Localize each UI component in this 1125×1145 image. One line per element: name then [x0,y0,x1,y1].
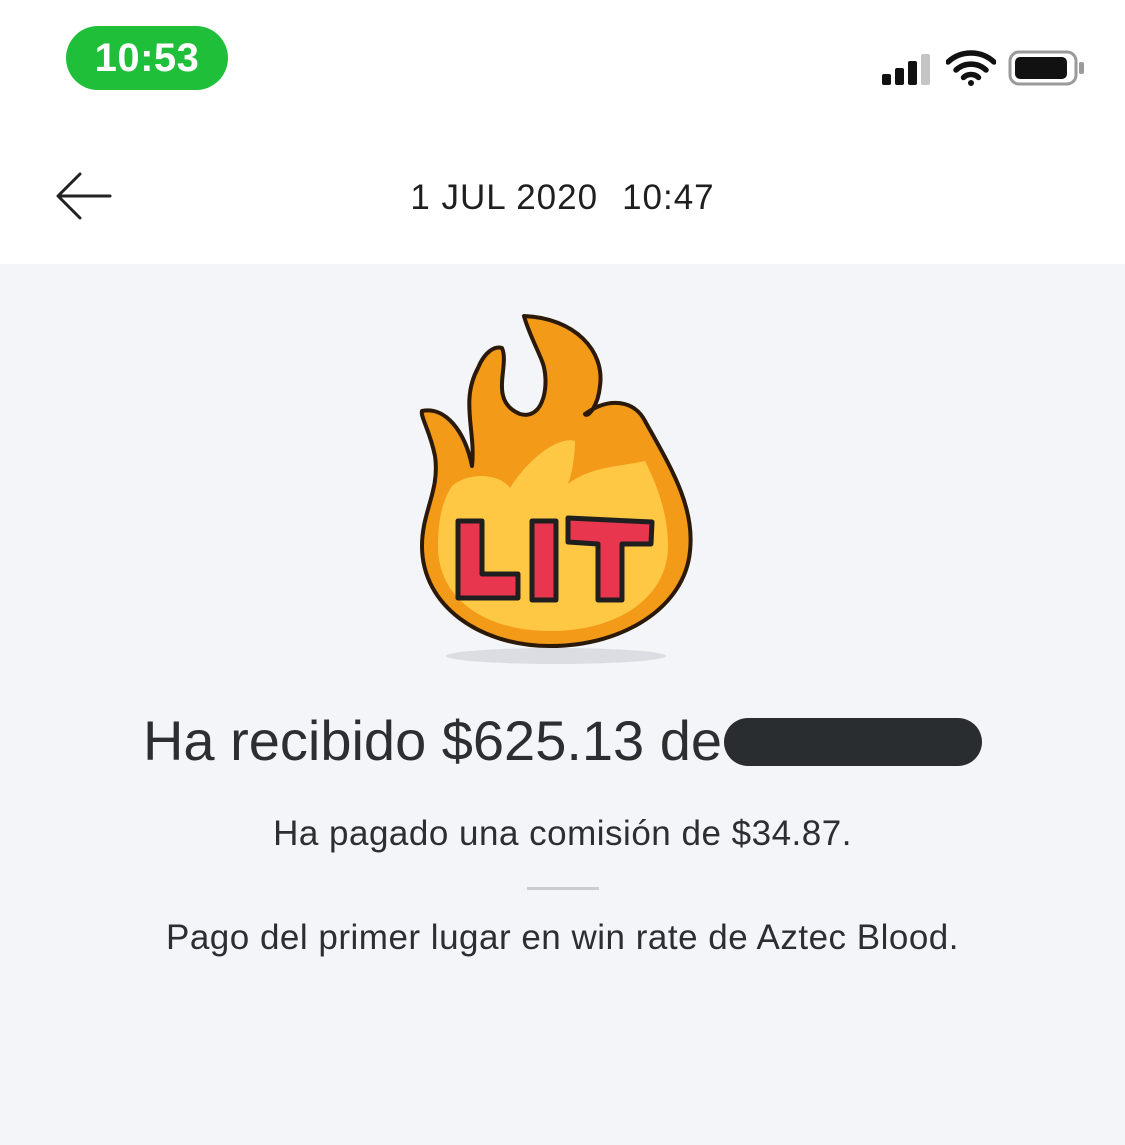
page-header: 1 JUL 2020 10:47 [0,120,1125,264]
battery-icon [1008,50,1084,86]
cellular-signal-icon [882,54,930,85]
status-time[interactable]: 10:53 [66,26,228,90]
payment-note: Pago del primer lugar en win rate de Azt… [166,918,959,957]
divider [527,887,599,890]
status-bar: 10:53 [0,0,1125,120]
received-amount-text: Ha recibido $625.13 de [142,709,723,772]
transaction-time: 10:47 [622,178,715,217]
wifi-icon [946,50,996,86]
received-amount-heading: Ha recibido $625.13 de [0,708,1125,773]
lit-fire-sticker [400,306,710,666]
redacted-sender-name [724,718,983,766]
fee-text: Ha pagado una comisión de $34.87. [273,814,852,853]
transaction-date: 1 JUL 2020 [410,178,599,217]
transaction-datetime: 1 JUL 2020 10:47 [0,178,1125,218]
